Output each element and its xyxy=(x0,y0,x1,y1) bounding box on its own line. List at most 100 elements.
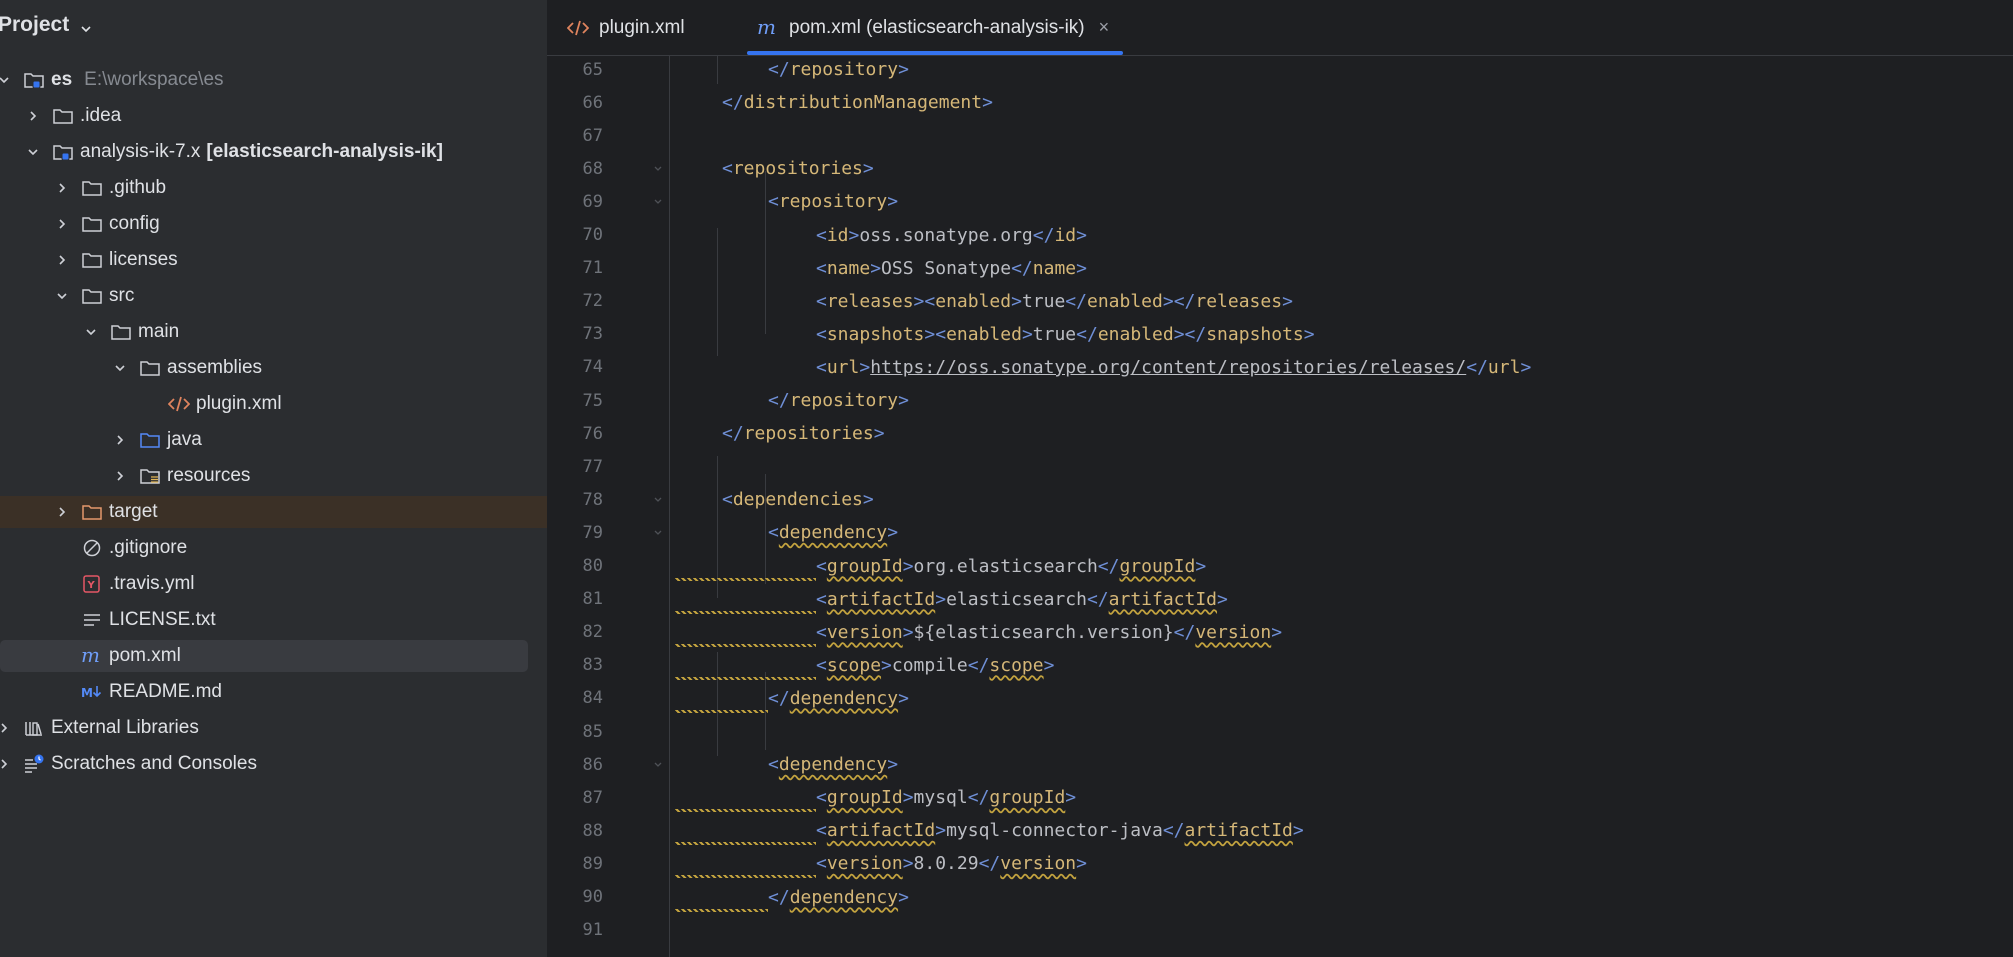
chevron-right-icon[interactable] xyxy=(55,505,69,519)
code-line[interactable]: 73 <snapshots><enabled>true</enabled></sn… xyxy=(547,318,2013,351)
fold-icon[interactable] xyxy=(651,526,665,540)
project-view-header[interactable]: Project xyxy=(0,0,547,50)
line-number: 80 xyxy=(582,556,603,576)
code-line[interactable]: 80 <groupId>org.elasticsearch</groupId> xyxy=(547,550,2013,583)
tree-item-es[interactable]: es E:\workspace\es xyxy=(0,64,547,96)
chevron-right-icon[interactable] xyxy=(0,721,11,735)
code-text: </distributionManagement> xyxy=(722,92,993,114)
line-number: 76 xyxy=(582,423,603,444)
warning-underline xyxy=(675,842,816,846)
warning-underline xyxy=(675,643,816,647)
chevron-right-icon[interactable] xyxy=(113,433,127,447)
tree-item-label: .idea xyxy=(80,105,122,126)
code-text: <artifactId>mysql-connector-java</artifa… xyxy=(816,820,1304,842)
code-line[interactable]: 85 xyxy=(547,715,2013,748)
code-line[interactable]: 89 <version>8.0.29</version> xyxy=(547,847,2013,880)
tree-item-src[interactable]: src xyxy=(0,280,547,312)
code-line[interactable]: 84 </dependency> xyxy=(547,682,2013,715)
code-line[interactable]: 82 <version>${elasticsearch.version}</ver… xyxy=(547,616,2013,649)
tab-label: pom.xml (elasticsearch-analysis-ik) xyxy=(789,16,1085,38)
tab-plugin-xml[interactable]: plugin.xml xyxy=(567,0,685,55)
tree-item-label: target xyxy=(109,501,158,522)
code-editor[interactable]: 65 </repository> 66 </distributionManagemen… xyxy=(547,56,2013,957)
code-line[interactable]: 74 <url>https://oss.sonatype.org/content/… xyxy=(547,351,2013,384)
line-number: 81 xyxy=(582,589,603,610)
warning-underline xyxy=(675,709,768,713)
code-line[interactable]: 88 <artifactId>mysql-connector-java</arti… xyxy=(547,814,2013,847)
svg-text:m: m xyxy=(81,646,100,666)
tree-item-travis-yml[interactable]: Y .travis.yml xyxy=(0,568,547,600)
chevron-right-icon[interactable] xyxy=(26,109,40,123)
code-line[interactable]: 68 <repositories> xyxy=(547,152,2013,185)
code-line[interactable]: 87 <groupId>mysql</groupId> xyxy=(547,781,2013,814)
chevron-down-icon[interactable] xyxy=(113,361,127,375)
warning-underline xyxy=(675,875,816,879)
tree-item-label: README.md xyxy=(109,681,222,702)
code-text: <name>OSS Sonatype</name> xyxy=(816,257,1087,279)
tree-item-main[interactable]: main xyxy=(0,316,547,348)
tree-item-label: es xyxy=(51,69,73,90)
project-view-title[interactable]: Project xyxy=(0,13,69,37)
code-line[interactable]: 75 </repository> xyxy=(547,384,2013,417)
code-text: </dependency> xyxy=(768,886,909,908)
code-line[interactable]: 65 </repository> xyxy=(547,53,2013,86)
code-line[interactable]: 67 xyxy=(547,119,2013,152)
line-number: 70 xyxy=(582,225,603,245)
chevron-down-icon[interactable] xyxy=(26,145,40,159)
fold-icon[interactable] xyxy=(651,162,665,176)
folder-icon xyxy=(81,250,103,270)
tree-item-java[interactable]: java xyxy=(0,424,547,456)
tree-item-assemblies[interactable]: assemblies xyxy=(0,352,547,384)
line-number: 77 xyxy=(582,456,603,477)
fold-icon[interactable] xyxy=(651,195,665,209)
tree-item-readme-md[interactable]: M README.md xyxy=(0,676,547,708)
code-text: </dependency> xyxy=(768,687,909,709)
tree-item-plugin-xml[interactable]: plugin.xml xyxy=(0,388,547,420)
tree-item-gitignore[interactable]: .gitignore xyxy=(0,532,547,564)
code-line[interactable]: 77 xyxy=(547,450,2013,483)
code-line[interactable]: 76 </repositories> xyxy=(547,417,2013,450)
code-text: <dependency> xyxy=(768,522,899,544)
fold-icon[interactable] xyxy=(651,758,665,772)
tree-item-scratches-and-consoles[interactable]: Scratches and Consoles xyxy=(0,748,547,780)
code-line[interactable]: 81 <artifactId>elasticsearch</artifactId> xyxy=(547,583,2013,616)
code-line[interactable]: 70 <id>oss.sonatype.org</id> xyxy=(547,219,2013,252)
code-line[interactable]: 69 <repository> xyxy=(547,185,2013,218)
line-number: 73 xyxy=(582,324,603,345)
chevron-right-icon[interactable] xyxy=(113,469,127,483)
chevron-down-icon[interactable] xyxy=(79,18,93,33)
fold-icon[interactable] xyxy=(651,493,665,507)
line-number: 74 xyxy=(582,357,603,378)
chevron-right-icon[interactable] xyxy=(0,757,11,771)
code-line[interactable]: 71 <name>OSS Sonatype</name> xyxy=(547,252,2013,285)
tree-item-config[interactable]: config xyxy=(0,208,547,240)
code-line[interactable]: 91 xyxy=(547,914,2013,947)
tree-item-pom-xml[interactable]: m pom.xml xyxy=(0,640,528,672)
tree-item-github[interactable]: .github xyxy=(0,172,547,204)
code-line[interactable]: 66 </distributionManagement> xyxy=(547,86,2013,119)
code-line[interactable]: 90 </dependency> xyxy=(547,881,2013,914)
svg-text:Y: Y xyxy=(87,580,96,591)
tree-item-resources[interactable]: resources xyxy=(0,460,547,492)
code-line[interactable]: 83 <scope>compile</scope> xyxy=(547,649,2013,682)
chevron-down-icon[interactable] xyxy=(55,289,69,303)
gitignore-icon xyxy=(81,538,103,558)
tree-item-external-libraries[interactable]: External Libraries xyxy=(0,712,547,744)
editor-area: plugin.xml m pom.xml (elasticsearch-anal… xyxy=(547,0,2013,957)
chevron-right-icon[interactable] xyxy=(55,181,69,195)
tree-item-analysis-ik-7-x[interactable]: analysis-ik-7.x [elasticsearch-analysis-i… xyxy=(0,136,547,168)
tree-item-licenses[interactable]: licenses xyxy=(0,244,547,276)
tree-item-target[interactable]: target xyxy=(0,496,547,528)
code-line[interactable]: 72 <releases><enabled>true</enabled></rel… xyxy=(547,285,2013,318)
code-line[interactable]: 86 <dependency> xyxy=(547,748,2013,781)
tab-pom-xml[interactable]: m pom.xml (elasticsearch-analysis-ik) × xyxy=(746,0,1124,55)
chevron-right-icon[interactable] xyxy=(55,217,69,231)
chevron-right-icon[interactable] xyxy=(55,253,69,267)
chevron-down-icon[interactable] xyxy=(84,325,98,339)
chevron-down-icon[interactable] xyxy=(0,73,11,87)
tree-item-license-txt[interactable]: LICENSE.txt xyxy=(0,604,547,636)
close-icon[interactable]: × xyxy=(1099,17,1110,38)
code-line[interactable]: 78 <dependencies> xyxy=(547,483,2013,516)
code-line[interactable]: 79 <dependency> xyxy=(547,516,2013,549)
tree-item-idea[interactable]: .idea xyxy=(0,100,547,132)
